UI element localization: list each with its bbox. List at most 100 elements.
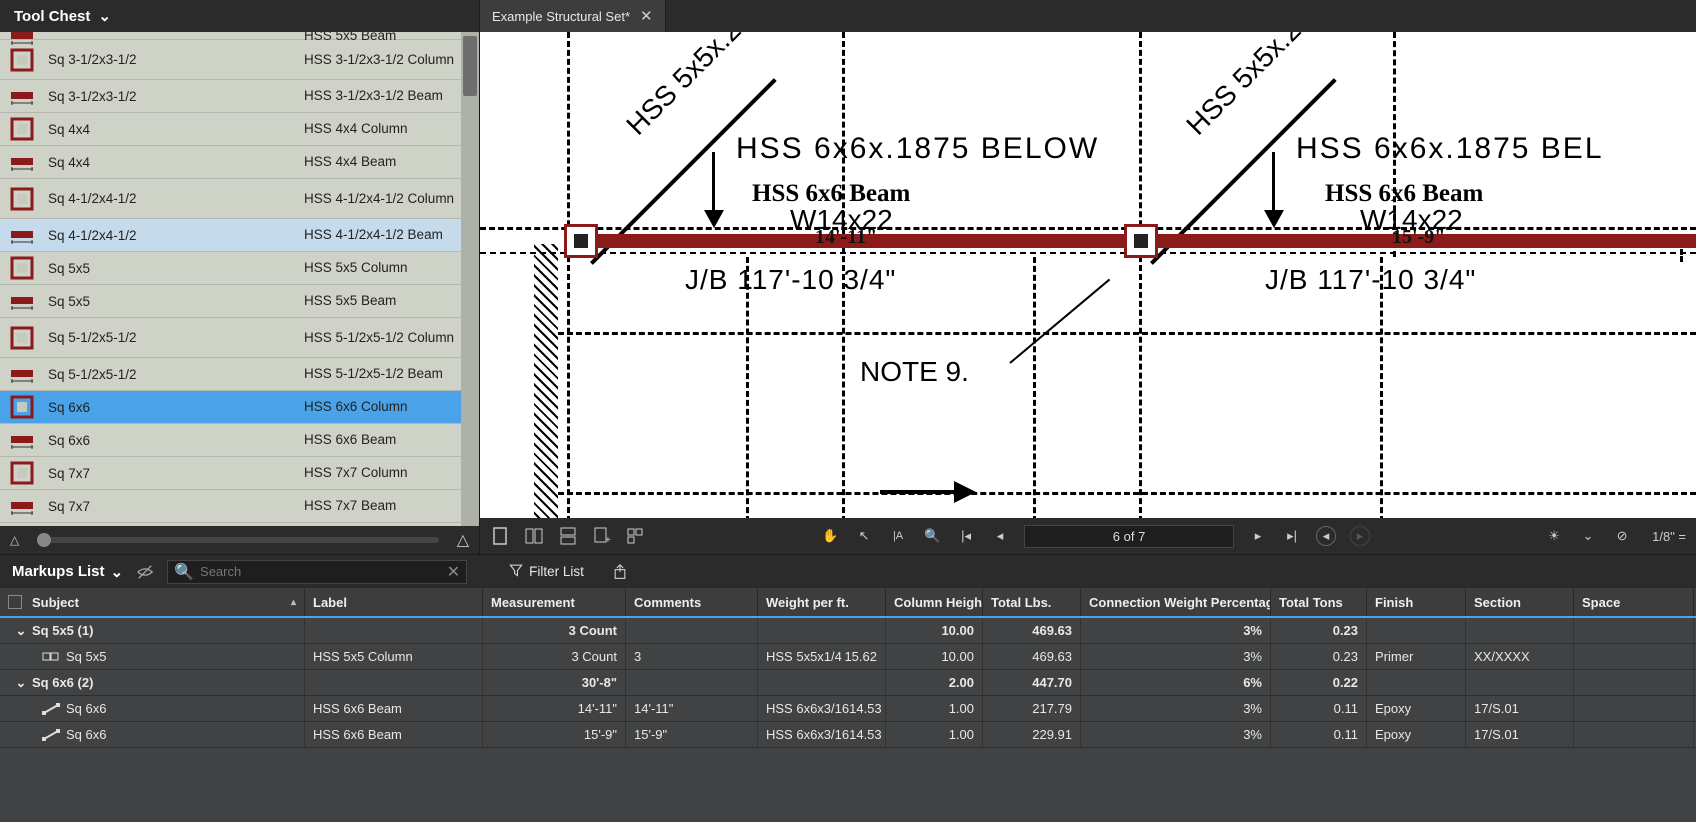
col-conn-weight-pct[interactable]: Connection Weight Percentage [1081,588,1271,616]
tool-item[interactable]: Sq 4x4HSS 4x4 Beam [0,146,479,179]
cell-comments: 14'-11" [626,696,758,721]
last-page-icon[interactable]: ▸| [1282,526,1302,546]
tool-item[interactable]: Sq 3-1/2x3-1/2HSS 3-1/2x3-1/2 Column [0,40,479,80]
grid-body[interactable]: ⌄ Sq 5x5 (1)3 Count10.00469.633%0.23Sq 5… [0,618,1696,822]
col-finish[interactable]: Finish [1367,588,1466,616]
col-comments[interactable]: Comments [626,588,758,616]
tool-item[interactable]: Sq 5x5HSS 5x5 Column [0,252,479,285]
column-marker[interactable] [564,224,598,258]
col-total-lbs[interactable]: Total Lbs. [983,588,1081,616]
col-total-tons[interactable]: Total Tons [1271,588,1367,616]
chevron-down-icon[interactable]: ⌄ [1578,526,1598,546]
next-view-icon[interactable]: ▸ [1350,526,1370,546]
column-marker[interactable] [1124,224,1158,258]
search-icon: 🔍 [174,562,194,582]
col-label[interactable]: Label [305,588,483,616]
export-icon[interactable] [610,562,630,582]
collapse-icon[interactable]: ⌄ [14,675,28,691]
tool-item[interactable]: Sq 4-1/2x4-1/2HSS 4-1/2x4-1/2 Column [0,179,479,219]
beam-icon [0,427,44,453]
tool-item[interactable]: Sq 5-1/2x5-1/2HSS 5-1/2x5-1/2 Column [0,318,479,358]
scrollbar-thumb[interactable] [463,36,477,96]
tool-item-desc: HSS 5x5 Column [304,260,479,276]
markup-row[interactable]: Sq 6x6HSS 6x6 Beam15'-9"15'-9"HSS 6x6x3/… [0,722,1696,748]
markups-title[interactable]: Markups List ⌄ [12,563,123,581]
cell-finish: Epoxy [1367,722,1466,747]
document-tab[interactable]: Example Structural Set* ✕ [480,0,666,32]
tool-item[interactable]: Sq 7x7HSS 7x7 Beam [0,490,479,523]
cell-column-height: 2.00 [886,670,983,695]
split-vertical-icon[interactable] [524,526,544,546]
beam-icon [42,728,60,742]
tool-item[interactable]: Sq 5x5HSS 5x5 Beam [0,285,479,318]
column-icon [0,186,44,212]
tool-item[interactable]: Sq 7x7HSS 7x7 Column [0,457,479,490]
col-measurement[interactable]: Measurement [483,588,626,616]
cell-cwp: 3% [1081,696,1271,721]
cell-total-lbs: 229.91 [983,722,1081,747]
tool-item[interactable]: Sq 8x8HSS 8x8 Column [0,523,479,526]
split-horizontal-icon[interactable] [558,526,578,546]
next-page-icon[interactable]: ▸ [1248,526,1268,546]
scale-readout[interactable]: 1/8" = [1652,529,1686,544]
group-row[interactable]: ⌄ Sq 6x6 (2)30'-8"2.00447.706%0.22 [0,670,1696,696]
svg-text:+: + [605,535,611,546]
markups-header: Markups List ⌄ 🔍 ✕ Filter List [0,554,1696,588]
text-select-icon[interactable]: |A [888,526,908,546]
clear-icon[interactable]: ✕ [447,562,460,582]
filter-button[interactable]: Filter List [509,563,584,580]
markup-row[interactable]: Sq 5x5HSS 5x5 Column3 Count3HSS 5x5x1/41… [0,644,1696,670]
tool-item[interactable]: Sq 6x6HSS 6x6 Beam [0,424,479,457]
close-icon[interactable]: ✕ [640,7,653,25]
col-column-height[interactable]: Column Height [886,588,983,616]
brightness-icon[interactable]: ☀ [1544,526,1564,546]
size-slider[interactable] [37,537,438,543]
single-page-icon[interactable] [490,526,510,546]
tool-item[interactable]: HSS 5x5 Beam [0,32,479,40]
col-space[interactable]: Space [1574,588,1694,616]
select-icon[interactable]: ↖ [854,526,874,546]
tool-item-name: Sq 6x6 [44,400,304,415]
markup-row[interactable]: Sq 6x6HSS 6x6 Beam14'-11"14'-11"HSS 6x6x… [0,696,1696,722]
tool-item-name: Sq 3-1/2x3-1/2 [44,89,304,104]
search-input[interactable] [200,564,441,579]
tool-item[interactable]: Sq 4x4HSS 4x4 Column [0,113,479,146]
first-page-icon[interactable]: |◂ [956,526,976,546]
zoom-icon[interactable]: 🔍 [922,526,942,546]
prev-page-icon[interactable]: ◂ [990,526,1010,546]
tool-item-name: Sq 5x5 [44,294,304,309]
size-larger-icon[interactable]: △ [457,530,469,550]
prev-view-icon[interactable]: ◂ [1316,526,1336,546]
tool-item[interactable]: Sq 6x6HSS 6x6 Column [0,391,479,424]
dimmer-icon[interactable]: ⊘ [1612,526,1632,546]
group-row[interactable]: ⌄ Sq 5x5 (1)3 Count10.00469.633%0.23 [0,618,1696,644]
pan-icon[interactable]: ✋ [820,526,840,546]
tool-item-desc: HSS 5x5 Beam [304,32,479,43]
tool-item[interactable]: Sq 4-1/2x4-1/2HSS 4-1/2x4-1/2 Beam [0,219,479,252]
tool-chest-list[interactable]: HSS 5x5 BeamSq 3-1/2x3-1/2HSS 3-1/2x3-1/… [0,32,479,526]
size-smaller-icon[interactable]: △ [10,533,19,547]
cell-total-tons: 0.22 [1271,670,1367,695]
columns-icon[interactable] [8,595,22,609]
cell-total-lbs: 447.70 [983,670,1081,695]
search-field[interactable]: 🔍 ✕ [167,560,467,584]
page-add-icon[interactable]: + [592,526,612,546]
collapse-icon[interactable]: ⌄ [14,623,28,639]
col-subject[interactable]: Subject▴ [0,588,305,616]
hide-markups-icon[interactable] [135,562,155,582]
drawing-canvas[interactable]: HSS 5x5x.2 HSS 5x5x.2 HSS 6x6x.1875 BELO… [480,32,1696,518]
cell-section: XX/XXXX [1466,644,1574,669]
count-icon [42,650,60,664]
tool-chest-header[interactable]: Tool Chest ⌄ [0,0,479,32]
thumbnails-icon[interactable] [626,526,646,546]
page-indicator[interactable]: 6 of 7 [1024,525,1234,548]
col-weight-per-ft[interactable]: Weight per ft. [758,588,886,616]
cell-wpf: HSS 6x6x3/1614.53 [758,696,886,721]
cell-cwp: 3% [1081,722,1271,747]
cell-column-height: 1.00 [886,722,983,747]
tool-item[interactable]: Sq 5-1/2x5-1/2HSS 5-1/2x5-1/2 Beam [0,358,479,391]
col-section[interactable]: Section [1466,588,1574,616]
scrollbar[interactable] [461,32,479,526]
cell-finish: Primer [1367,644,1466,669]
tool-item[interactable]: Sq 3-1/2x3-1/2HSS 3-1/2x3-1/2 Beam [0,80,479,113]
